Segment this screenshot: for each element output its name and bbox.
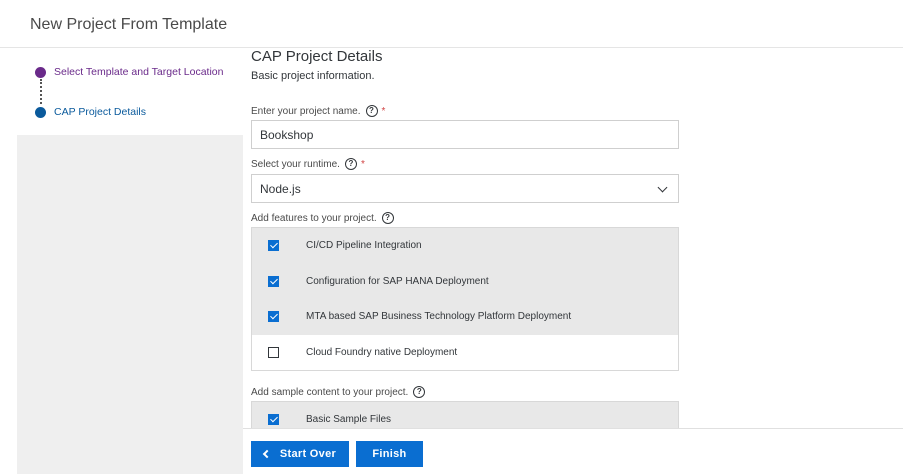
step-indicator-icon bbox=[35, 66, 46, 78]
title-bar: New Project From Template bbox=[0, 0, 903, 48]
step-cap-project-details[interactable]: CAP Project Details bbox=[35, 106, 146, 118]
window-title: New Project From Template bbox=[30, 16, 228, 33]
feature-item-label: Cloud Foundry native Deployment bbox=[306, 346, 458, 358]
form-content: CAP Project Details Basic project inform… bbox=[251, 48, 903, 438]
checkbox-unchecked-icon[interactable] bbox=[268, 346, 279, 358]
start-over-label: Start Over bbox=[279, 448, 337, 460]
sample-item-label: Basic Sample Files bbox=[306, 414, 392, 426]
project-name-input[interactable]: Bookshop bbox=[251, 120, 679, 149]
finish-button[interactable]: Finish bbox=[356, 441, 423, 467]
feature-item-mta[interactable]: MTA based SAP Business Technology Platfo… bbox=[252, 299, 678, 335]
sample-content-label-text: Add sample content to your project. bbox=[251, 386, 409, 398]
help-icon[interactable]: ? bbox=[381, 212, 394, 224]
required-mark: * bbox=[360, 158, 365, 170]
page: New Project From Template Select Templat… bbox=[0, 0, 903, 474]
checkbox-checked-icon[interactable] bbox=[268, 311, 279, 323]
step-connector bbox=[39, 79, 42, 104]
section-subtitle: Basic project information. bbox=[251, 70, 375, 82]
feature-item-label: MTA based SAP Business Technology Platfo… bbox=[306, 311, 572, 323]
feature-item-cloud-foundry[interactable]: Cloud Foundry native Deployment bbox=[252, 335, 678, 371]
feature-item-label: CI/CD Pipeline Integration bbox=[306, 240, 422, 252]
step-label: CAP Project Details bbox=[54, 106, 147, 118]
feature-item-cicd[interactable]: CI/CD Pipeline Integration bbox=[252, 228, 678, 264]
runtime-label: Select your runtime. ? * bbox=[251, 158, 365, 170]
help-icon[interactable]: ? bbox=[365, 105, 378, 117]
features-label-text: Add features to your project. bbox=[251, 212, 377, 224]
step-select-template[interactable]: Select Template and Target Location bbox=[35, 66, 223, 78]
chevron-down-icon bbox=[657, 182, 668, 193]
section-title: CAP Project Details bbox=[251, 48, 383, 65]
required-mark: * bbox=[381, 105, 386, 117]
checkbox-checked-icon[interactable] bbox=[268, 240, 279, 252]
step-indicator-icon bbox=[35, 106, 46, 118]
feature-item-hana[interactable]: Configuration for SAP HANA Deployment bbox=[252, 263, 678, 299]
project-name-label: Enter your project name. ? * bbox=[251, 105, 385, 117]
project-name-value: Bookshop bbox=[260, 128, 314, 142]
steps-panel-background bbox=[17, 135, 243, 474]
features-list: CI/CD Pipeline Integration Configuration… bbox=[251, 227, 679, 371]
steps-panel: Select Template and Target Location CAP … bbox=[17, 48, 243, 474]
features-label: Add features to your project. ? bbox=[251, 212, 394, 224]
start-over-button[interactable]: Start Over bbox=[251, 441, 349, 467]
help-icon[interactable]: ? bbox=[413, 386, 426, 398]
checkbox-checked-icon[interactable] bbox=[268, 414, 279, 426]
project-name-label-text: Enter your project name. bbox=[251, 105, 361, 117]
help-icon[interactable]: ? bbox=[344, 158, 357, 170]
step-label: Select Template and Target Location bbox=[54, 66, 224, 78]
sample-content-label: Add sample content to your project. ? bbox=[251, 386, 426, 398]
checkbox-checked-icon[interactable] bbox=[268, 275, 279, 287]
runtime-select[interactable]: Node.js bbox=[251, 174, 679, 203]
runtime-value: Node.js bbox=[260, 182, 301, 196]
footer-bar: Start Over Finish bbox=[243, 428, 903, 474]
feature-item-label: Configuration for SAP HANA Deployment bbox=[306, 275, 489, 287]
steps-area bbox=[17, 48, 243, 135]
chevron-left-icon bbox=[262, 449, 272, 459]
runtime-label-text: Select your runtime. bbox=[251, 158, 340, 170]
